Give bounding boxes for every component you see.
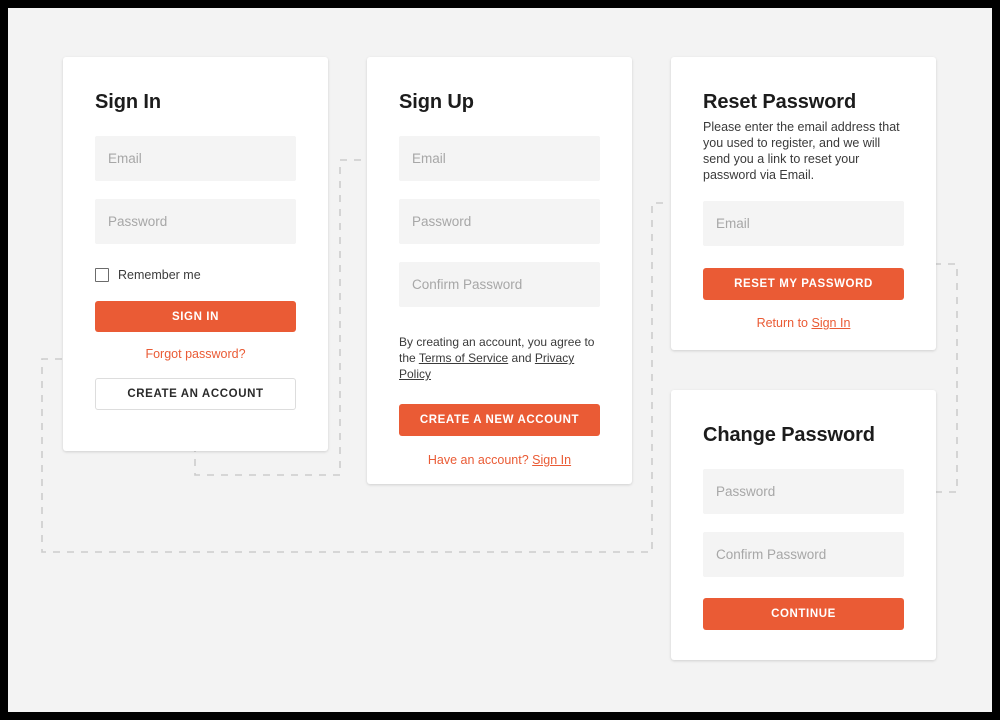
remember-me-checkbox[interactable]: [95, 268, 109, 282]
reset-password-description: Please enter the email address that you …: [703, 119, 904, 183]
create-a-new-account-button[interactable]: CREATE A NEW ACCOUNT: [399, 404, 600, 436]
change-password-card: Change Password Password Confirm Passwor…: [671, 390, 936, 660]
reset-password-card: Reset Password Please enter the email ad…: [671, 57, 936, 350]
sign-in-button[interactable]: SIGN IN: [95, 301, 296, 332]
sign-up-title: Sign Up: [399, 57, 600, 114]
sign-up-password-placeholder: Password: [412, 214, 471, 229]
remember-me-label: Remember me: [118, 268, 201, 282]
sign-in-title: Sign In: [95, 57, 296, 114]
create-an-account-button-label: CREATE AN ACCOUNT: [127, 388, 263, 400]
change-confirm-password-input[interactable]: Confirm Password: [703, 532, 904, 577]
reset-password-email-placeholder: Email: [716, 216, 750, 231]
terms-conjunction: and: [512, 351, 532, 365]
continue-button[interactable]: CONTINUE: [703, 598, 904, 630]
have-account-row: Have an account? Sign In: [399, 453, 600, 467]
create-a-new-account-button-label: CREATE A NEW ACCOUNT: [420, 414, 579, 426]
remember-me-row[interactable]: Remember me: [95, 268, 296, 282]
terms-agreement-text: By creating an account, you agree to the…: [399, 334, 600, 382]
sign-in-password-input[interactable]: Password: [95, 199, 296, 244]
change-password-title: Change Password: [703, 390, 904, 447]
sign-up-email-input[interactable]: Email: [399, 136, 600, 181]
sign-up-confirm-password-input[interactable]: Confirm Password: [399, 262, 600, 307]
reset-password-title: Reset Password: [703, 57, 904, 114]
return-to-sign-in-row: Return to Sign In: [703, 316, 904, 330]
have-account-prefix: Have an account?: [428, 453, 529, 467]
return-prefix: Return to: [757, 316, 808, 330]
sign-in-email-input[interactable]: Email: [95, 136, 296, 181]
sign-in-button-label: SIGN IN: [172, 311, 219, 323]
return-sign-in-link[interactable]: Sign In: [811, 316, 850, 330]
forgot-password-link[interactable]: Forgot password?: [145, 347, 245, 361]
change-password-input[interactable]: Password: [703, 469, 904, 514]
reset-password-email-input[interactable]: Email: [703, 201, 904, 246]
forgot-password-row: Forgot password?: [95, 347, 296, 361]
reset-my-password-button-label: RESET MY PASSWORD: [734, 278, 873, 290]
continue-button-label: CONTINUE: [771, 608, 836, 620]
sign-up-sign-in-link[interactable]: Sign In: [532, 453, 571, 467]
screenshot-frame: Sign In Email Password Remember me SIGN …: [8, 8, 992, 712]
sign-in-password-placeholder: Password: [108, 214, 167, 229]
flow-canvas: Sign In Email Password Remember me SIGN …: [8, 8, 992, 712]
create-an-account-button[interactable]: CREATE AN ACCOUNT: [95, 378, 296, 410]
sign-in-email-placeholder: Email: [108, 151, 142, 166]
sign-up-confirm-password-placeholder: Confirm Password: [412, 277, 522, 292]
change-confirm-password-placeholder: Confirm Password: [716, 547, 826, 562]
terms-of-service-link[interactable]: Terms of Service: [419, 351, 508, 365]
sign-up-password-input[interactable]: Password: [399, 199, 600, 244]
change-password-placeholder: Password: [716, 484, 775, 499]
sign-up-card: Sign Up Email Password Confirm Password …: [367, 57, 632, 484]
sign-in-card: Sign In Email Password Remember me SIGN …: [63, 57, 328, 451]
reset-my-password-button[interactable]: RESET MY PASSWORD: [703, 268, 904, 300]
sign-up-email-placeholder: Email: [412, 151, 446, 166]
